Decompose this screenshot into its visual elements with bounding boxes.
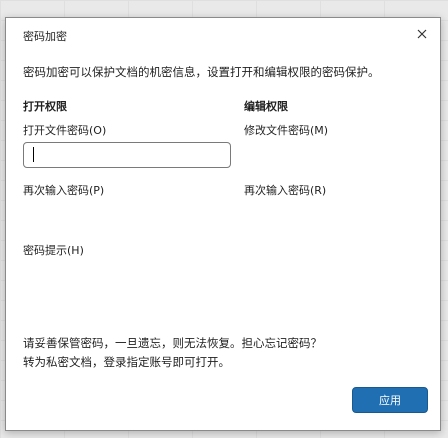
password-hint-label: 密码提示(H) xyxy=(23,244,84,257)
warning-note: 请妥善保管密码，一旦遗忘，则无法恢复。担心忘记密码？ 转为私密文档，登录指定账号… xyxy=(23,334,322,372)
intro-text: 密码加密可以保护文档的机密信息，设置打开和编辑权限的密码保护。 xyxy=(23,65,380,79)
open-password-input[interactable] xyxy=(23,142,231,168)
open-password-confirm-label: 再次输入密码(P) xyxy=(23,184,105,197)
open-permission-heading: 打开权限 xyxy=(23,100,67,113)
edit-permission-heading: 编辑权限 xyxy=(244,100,288,113)
warning-note-line2: 转为私密文档，登录指定账号即可打开。 xyxy=(23,355,230,369)
edit-password-label: 修改文件密码(M) xyxy=(244,124,329,137)
text-caret xyxy=(33,147,34,162)
password-encryption-dialog: 密码加密 密码加密可以保护文档的机密信息，设置打开和编辑权限的密码保护。 打开权… xyxy=(5,17,441,431)
open-password-label: 打开文件密码(O) xyxy=(23,124,107,137)
apply-button[interactable]: 应用 xyxy=(352,387,428,413)
edit-password-confirm-label: 再次输入密码(R) xyxy=(244,184,327,197)
close-icon xyxy=(417,29,427,39)
dialog-title: 密码加密 xyxy=(23,30,67,43)
warning-note-line1: 请妥善保管密码，一旦遗忘，则无法恢复。担心忘记密码？ xyxy=(23,336,322,350)
close-button[interactable] xyxy=(412,24,432,44)
dialog-titlebar: 密码加密 xyxy=(6,18,440,50)
